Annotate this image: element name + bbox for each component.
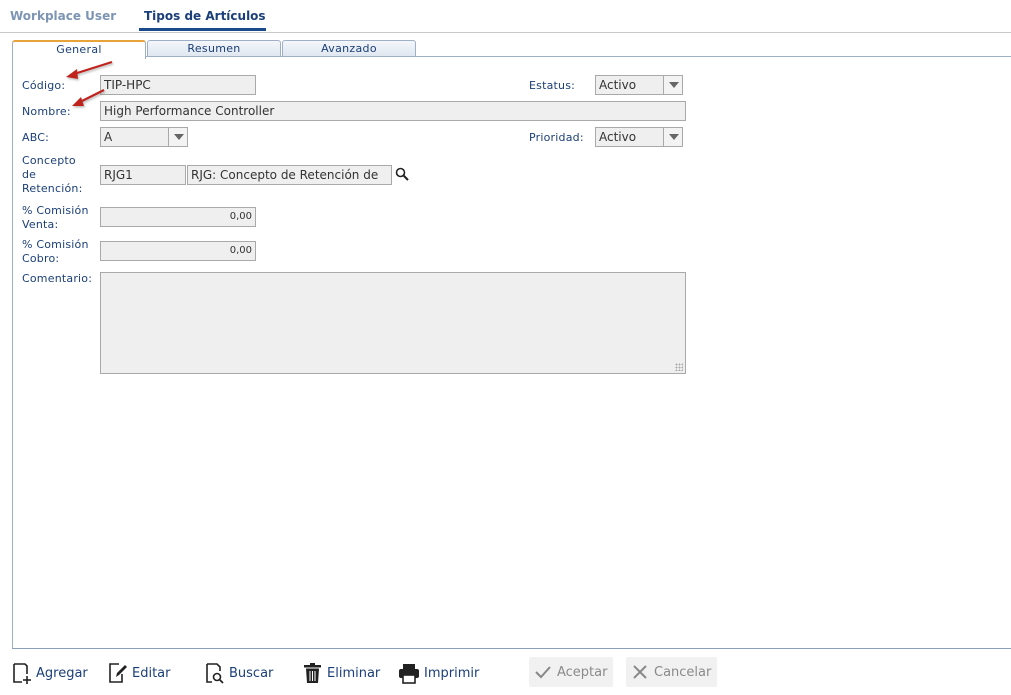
- concepto-label-line3: Retención:: [22, 182, 83, 195]
- comentario-label: Comentario:: [22, 272, 93, 285]
- estatus-select[interactable]: Activo: [595, 75, 683, 95]
- concepto-label-line2: de: [22, 168, 37, 181]
- subtab-general[interactable]: General: [12, 40, 146, 59]
- concepto-desc-input[interactable]: RJG: Concepto de Retención de: [187, 165, 392, 185]
- search-icon[interactable]: [395, 167, 409, 181]
- tab-tipos-de-articulos[interactable]: Tipos de Artículos: [144, 9, 266, 23]
- estatus-value: Activo: [599, 78, 637, 92]
- chevron-down-icon[interactable]: [663, 128, 682, 146]
- prioridad-value: Activo: [599, 130, 637, 144]
- prioridad-label: Prioridad:: [529, 131, 584, 144]
- estatus-label: Estatus:: [529, 79, 576, 92]
- comision-venta-label-line2: Venta:: [22, 218, 59, 231]
- aceptar-label: Aceptar: [557, 664, 608, 680]
- comentario-textarea[interactable]: [100, 272, 686, 374]
- abc-label: ABC:: [22, 131, 50, 144]
- comision-venta-input[interactable]: 0,00: [100, 207, 256, 227]
- comision-venta-label-line1: % Comisión: [22, 204, 89, 217]
- tab-workplace-user[interactable]: Workplace User: [10, 9, 116, 23]
- editar-button[interactable]: Editar: [108, 660, 171, 686]
- nombre-input[interactable]: High Performance Controller: [100, 101, 686, 121]
- buscar-label: Buscar: [229, 665, 274, 681]
- prioridad-select[interactable]: Activo: [595, 127, 683, 147]
- editar-label: Editar: [132, 665, 171, 681]
- agregar-button[interactable]: Agregar: [12, 660, 88, 686]
- eliminar-label: Eliminar: [327, 665, 381, 681]
- cancelar-button[interactable]: Cancelar: [626, 657, 718, 687]
- active-tab-indicator: [139, 28, 266, 31]
- comision-cobro-label-line1: % Comisión: [22, 238, 89, 251]
- agregar-label: Agregar: [36, 665, 88, 681]
- buscar-button[interactable]: Buscar: [205, 660, 273, 686]
- annotation-arrow-icon: [66, 60, 113, 106]
- aceptar-button[interactable]: Aceptar: [529, 657, 614, 687]
- top-tab-bar: Workplace User Tipos de Artículos: [0, 0, 1011, 33]
- checkmark-icon: [535, 666, 551, 679]
- codigo-label: Código:: [22, 79, 66, 92]
- chevron-down-icon[interactable]: [663, 76, 682, 94]
- add-document-icon: [13, 663, 31, 684]
- printer-icon: [399, 664, 419, 684]
- comision-cobro-input[interactable]: 0,00: [100, 241, 256, 261]
- edit-document-icon: [109, 663, 127, 683]
- trash-icon: [304, 663, 321, 683]
- search-document-icon: [206, 663, 224, 684]
- resize-grip-icon[interactable]: [675, 363, 683, 371]
- abc-value: A: [104, 130, 113, 144]
- comision-cobro-label-line2: Cobro:: [22, 252, 60, 265]
- close-icon: [633, 665, 647, 679]
- chevron-down-icon[interactable]: [168, 128, 187, 146]
- cancelar-label: Cancelar: [654, 664, 712, 680]
- concepto-label-line1: Concepto: [22, 154, 76, 167]
- abc-select[interactable]: A: [100, 127, 188, 147]
- codigo-input[interactable]: TIP-HPC: [100, 75, 256, 95]
- imprimir-button[interactable]: Imprimir: [398, 660, 479, 686]
- eliminar-button[interactable]: Eliminar: [303, 660, 380, 686]
- concepto-code-input[interactable]: RJG1: [100, 165, 186, 185]
- imprimir-label: Imprimir: [424, 665, 480, 681]
